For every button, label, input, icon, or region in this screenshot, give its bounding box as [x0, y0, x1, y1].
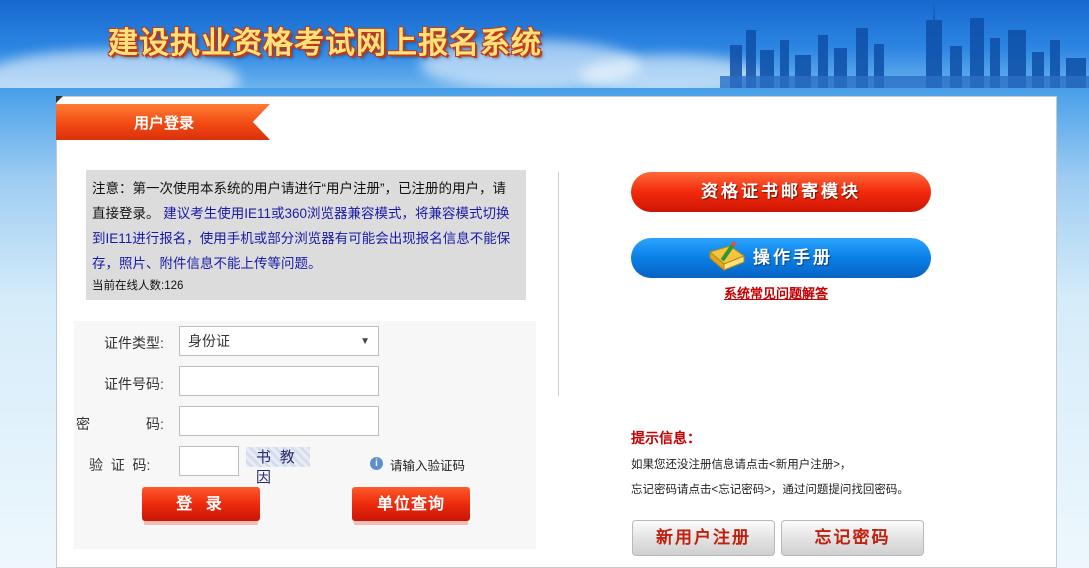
unit-query-button[interactable]: 单位查询	[352, 487, 470, 521]
certificate-mail-button[interactable]: 资格证书邮寄模块	[631, 172, 931, 212]
captcha-label: 验 证 码:	[89, 457, 151, 473]
id-type-select[interactable]: 身份证 ▼	[179, 326, 379, 356]
tips-title: 提示信息：	[631, 430, 701, 446]
column-divider	[558, 172, 559, 396]
login-button[interactable]: 登 录	[142, 487, 260, 521]
online-count-label: 当前在线人数:	[92, 280, 165, 292]
panel-corner	[56, 96, 63, 103]
new-user-register-button[interactable]: 新用户注册	[632, 520, 775, 556]
system-title: 建设执业资格考试网上报名系统	[108, 26, 542, 61]
info-icon: i	[370, 457, 383, 470]
forgot-password-button[interactable]: 忘记密码	[781, 520, 924, 556]
manual-button[interactable]: 操作手册	[631, 238, 931, 278]
password-input[interactable]	[179, 406, 379, 436]
online-count: 当前在线人数:126	[92, 278, 518, 294]
id-type-label: 证件类型:	[104, 335, 164, 351]
tips-line-forgot: 忘记密码请点击<忘记密码>，通过问题提问找回密码。	[631, 484, 909, 496]
login-tab-label: 用户登录	[134, 115, 195, 132]
password-label-a: 密	[76, 416, 90, 432]
id-number-input[interactable]	[179, 366, 379, 396]
captcha-hint: 请输入验证码	[390, 459, 466, 473]
faq-link[interactable]: 系统常见问题解答	[724, 283, 828, 302]
tips-line-register: 如果您还没注册信息请点击<新用户注册>，	[631, 459, 852, 471]
online-count-value: 126	[164, 280, 184, 292]
captcha-input[interactable]	[179, 446, 239, 476]
city-skyline-icon	[720, 2, 1089, 88]
notice-box: 注意：第一次使用本系统的用户请进行“用户注册”，已注册的用户，请直接登录。 建议…	[86, 170, 526, 300]
book-pencil-icon	[708, 241, 746, 272]
chevron-down-icon: ▼	[360, 335, 370, 347]
id-number-label: 证件号码:	[104, 376, 164, 392]
captcha-image[interactable]: 书 教因	[246, 447, 310, 486]
header-banner: 建设执业资格考试网上报名系统	[0, 0, 1089, 88]
password-label-b: 码:	[146, 416, 164, 432]
id-type-value: 身份证	[188, 333, 230, 349]
